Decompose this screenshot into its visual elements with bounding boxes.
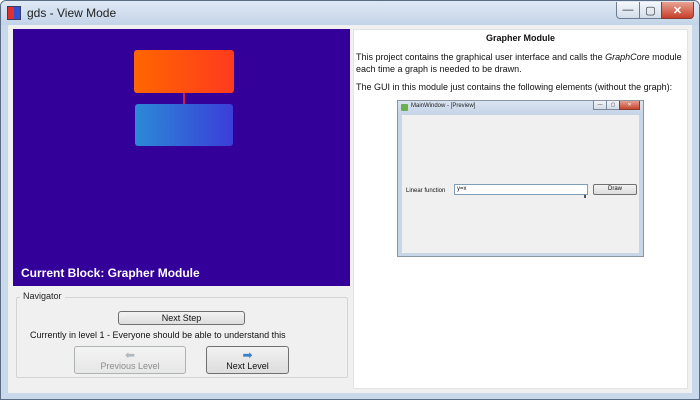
diagram-block-bottom[interactable] <box>135 104 233 146</box>
right-arrow-icon: ➡ <box>242 348 253 362</box>
close-button[interactable]: ✕ <box>661 2 694 19</box>
next-level-button[interactable]: ➡ Next Level <box>206 346 289 374</box>
diagram-block-top[interactable] <box>134 50 234 93</box>
preview-title: MainWindow - [Preview] <box>411 103 476 109</box>
main-window: gds - View Mode — ▢ ✕ Current Block: Gra… <box>0 0 700 400</box>
minimize-icon: — <box>622 4 634 16</box>
draw-button: Draw <box>593 184 637 195</box>
preview-app-icon <box>401 104 408 111</box>
doc-paragraph-2: The GUI in this module just contains the… <box>356 82 673 92</box>
doc-emphasis: GraphCore <box>605 52 650 62</box>
doc-title: Grapher Module <box>485 33 555 43</box>
preview-close-icon: ✕ <box>619 101 640 110</box>
navigator-legend: Navigator <box>20 291 65 301</box>
block-diagram: Current Block: Grapher Module <box>13 29 350 286</box>
previous-level-label: Previous Level <box>100 361 160 371</box>
gui-preview-window: MainWindow - [Preview] — ▢ ✕ Linear func… <box>397 100 644 257</box>
preview-minimize-icon: — <box>593 101 607 110</box>
title-bar[interactable]: gds - View Mode — ▢ ✕ <box>1 1 699 25</box>
diagram-connector <box>183 93 185 104</box>
preview-title-bar: MainWindow - [Preview] — ▢ ✕ <box>398 101 643 115</box>
next-level-label: Next Level <box>226 361 269 371</box>
left-arrow-icon: ⬅ <box>124 348 136 362</box>
current-block-label: Current Block: Grapher Module <box>21 266 200 280</box>
level-description: Currently in level 1 - Everyone should b… <box>30 330 286 340</box>
preview-client-area: Linear function y=x Draw <box>402 115 639 253</box>
client-area: Current Block: Grapher Module Navigator … <box>8 25 692 393</box>
preview-maximize-icon: ▢ <box>606 101 620 110</box>
doc-paragraph-1: This project contains the graphical user… <box>356 51 686 75</box>
linear-function-input: y=x <box>454 184 588 195</box>
window-title: gds - View Mode <box>27 6 117 20</box>
documentation-panel: Grapher Module This project contains the… <box>353 29 688 389</box>
maximize-button[interactable]: ▢ <box>639 2 662 19</box>
app-icon <box>7 6 21 20</box>
close-icon: ✕ <box>672 4 683 17</box>
maximize-icon: ▢ <box>645 4 656 17</box>
minimize-button[interactable]: — <box>616 2 640 19</box>
linear-function-label: Linear function <box>406 188 446 194</box>
mouse-cursor-icon <box>584 195 586 198</box>
previous-level-button[interactable]: ⬅ Previous Level <box>74 346 186 374</box>
doc-paragraph-1-start: This project contains the graphical user… <box>356 52 606 62</box>
next-step-button[interactable]: Next Step <box>118 311 245 325</box>
